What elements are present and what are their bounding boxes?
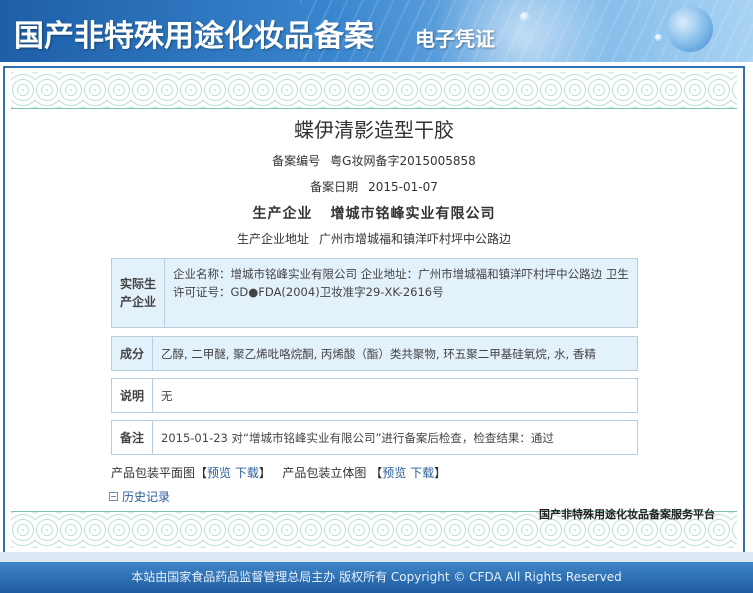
history-link[interactable]: 历史记录 bbox=[109, 488, 170, 505]
history-label[interactable]: 历史记录 bbox=[122, 488, 170, 505]
remarks-box: 备注 2015-01-23 对“增城市铭峰实业有限公司”进行备案后检查，检查结果… bbox=[111, 420, 638, 455]
notes-box: 说明 无 bbox=[111, 378, 638, 413]
record-date: 备案日期 2015-01-07 bbox=[5, 178, 743, 195]
record-date-value: 2015-01-07 bbox=[368, 180, 438, 194]
producer-address-value: 广州市增城福和镇洋吓村坪中公路边 bbox=[319, 232, 512, 246]
producer-address-label: 生产企业地址 bbox=[236, 232, 309, 246]
product-name: 蝶伊清影造型干胶 bbox=[294, 118, 454, 142]
producer: 生产企业 增城市铭峰实业有限公司 bbox=[5, 203, 743, 223]
site-subtitle: 电子凭证 bbox=[415, 27, 495, 51]
certificate-frame: 蝶伊清影造型干胶 备案编号 粤G妆网备字2015005858 备案日期 2015-0… bbox=[3, 66, 745, 554]
bracket-open: 【 bbox=[370, 466, 383, 480]
actual-producer-label: 实际生产企业 bbox=[112, 259, 165, 327]
header-banner: 国产非特殊用途化妆品备案 电子凭证 bbox=[0, 0, 753, 62]
ingredients-text: 乙醇, 二甲醚, 聚乙烯吡咯烷酮, 丙烯酸（酯）类共聚物, 环五聚二甲基硅氧烷,… bbox=[161, 346, 596, 361]
producer-address: 生产企业地址 广州市增城福和镇洋吓村坪中公路边 bbox=[5, 230, 743, 247]
sparkle-icon bbox=[520, 12, 530, 22]
remarks-label: 备注 bbox=[112, 421, 153, 454]
site-title: 国产非特殊用途化妆品备案 bbox=[14, 19, 374, 54]
globe-icon bbox=[667, 6, 713, 52]
solid-image-label: 产品包装立体图 bbox=[282, 466, 367, 480]
notes-label: 说明 bbox=[112, 379, 153, 412]
record-number-label: 备案编号 bbox=[272, 154, 321, 168]
producer-label: 生产企业 bbox=[252, 206, 313, 222]
platform-name: 国产非特殊用途化妆品备案服务平台 bbox=[539, 508, 715, 521]
footer-spacer bbox=[0, 552, 753, 562]
frame-divider bbox=[11, 108, 737, 109]
sparkle-icon bbox=[655, 34, 662, 41]
flat-download-link[interactable]: 下载 bbox=[235, 466, 259, 480]
ingredients-label: 成分 bbox=[112, 337, 153, 370]
package-downloads: 产品包装平面图【预览 下载】 产品包装立体图 【预览 下载】 bbox=[111, 464, 446, 481]
ingredients-box: 成分 乙醇, 二甲醚, 聚乙烯吡咯烷酮, 丙烯酸（酯）类共聚物, 环五聚二甲基硅… bbox=[111, 336, 638, 371]
record-number-value: 粤G妆网备字2015005858 bbox=[330, 154, 476, 168]
producer-value: 增城市铭峰实业有限公司 bbox=[330, 206, 496, 222]
notes-text: 无 bbox=[161, 388, 173, 403]
flat-preview-link[interactable]: 预览 bbox=[207, 466, 231, 480]
site-footer: 本站由国家食品药品监督管理总局主办 版权所有 Copyright © CFDA … bbox=[0, 562, 753, 593]
solid-download-link[interactable]: 下载 bbox=[410, 466, 434, 480]
bracket-close: 】 bbox=[434, 466, 447, 480]
history-icon bbox=[109, 492, 118, 501]
guilloche-border-top bbox=[11, 72, 737, 108]
remarks-text: 2015-01-23 对“增城市铭峰实业有限公司”进行备案后检查，检查结果：通过 bbox=[161, 430, 554, 445]
flat-image-label: 产品包装平面图 bbox=[111, 466, 196, 480]
record-date-label: 备案日期 bbox=[310, 180, 359, 194]
actual-producer-box: 实际生产企业 企业名称：增城市铭峰实业有限公司 企业地址：广州市增城福和镇洋吓村… bbox=[111, 258, 638, 328]
solid-preview-link[interactable]: 预览 bbox=[382, 466, 406, 480]
bracket-close: 】 bbox=[258, 466, 271, 480]
bracket-open: 【 bbox=[195, 466, 208, 480]
record-number: 备案编号 粤G妆网备字2015005858 bbox=[5, 152, 743, 169]
actual-producer-text: 企业名称：增城市铭峰实业有限公司 企业地址：广州市增城福和镇洋吓村坪中公路边 卫… bbox=[173, 267, 629, 299]
